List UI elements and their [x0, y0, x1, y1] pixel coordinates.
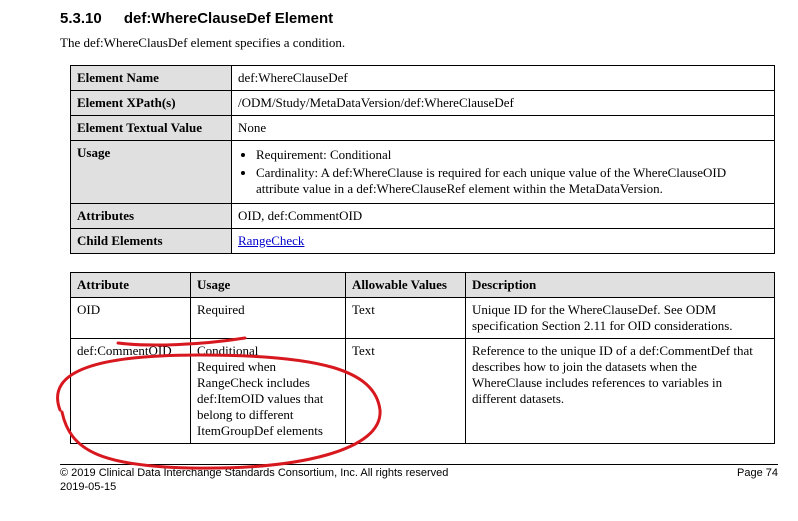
usage-item: Requirement: Conditional	[256, 147, 768, 163]
table-row: Element Textual Value None	[71, 116, 775, 141]
attributes-table: Attribute Usage Allowable Values Descrip…	[70, 272, 775, 444]
spec-label: Element Name	[71, 66, 232, 91]
spec-value: RangeCheck	[232, 229, 775, 254]
spec-label: Element Textual Value	[71, 116, 232, 141]
footer-date: 2019-05-15	[60, 481, 448, 493]
section-heading: 5.3.10 def:WhereClauseDef Element	[60, 10, 778, 27]
footer-divider	[60, 464, 778, 465]
page-footer: © 2019 Clinical Data Interchange Standar…	[60, 467, 778, 493]
spec-value-usage: Requirement: Conditional Cardinality: A …	[232, 141, 775, 204]
col-header-usage: Usage	[191, 273, 346, 298]
table-row: Attributes OID, def:CommentOID	[71, 204, 775, 229]
table-row: Element XPath(s) /ODM/Study/MetaDataVers…	[71, 91, 775, 116]
attr-name: def:CommentOID	[71, 339, 191, 444]
col-header-attr: Attribute	[71, 273, 191, 298]
table-header-row: Attribute Usage Allowable Values Descrip…	[71, 273, 775, 298]
usage-item: Cardinality: A def:WhereClause is requir…	[256, 165, 768, 197]
col-header-desc: Description	[466, 273, 775, 298]
table-row: OID Required Text Unique ID for the Wher…	[71, 298, 775, 339]
footer-copyright: © 2019 Clinical Data Interchange Standar…	[60, 467, 448, 479]
spec-value: def:WhereClauseDef	[232, 66, 775, 91]
attr-usage: Required	[191, 298, 346, 339]
intro-paragraph: The def:WhereClausDef element specifies …	[60, 35, 778, 51]
attr-usage: Conditional Required when RangeCheck inc…	[191, 339, 346, 444]
spec-value: /ODM/Study/MetaDataVersion/def:WhereClau…	[232, 91, 775, 116]
table-row: def:CommentOID Conditional Required when…	[71, 339, 775, 444]
spec-label: Child Elements	[71, 229, 232, 254]
attr-desc: Unique ID for the WhereClauseDef. See OD…	[466, 298, 775, 339]
range-check-link[interactable]: RangeCheck	[238, 233, 304, 248]
table-row: Child Elements RangeCheck	[71, 229, 775, 254]
section-number: 5.3.10	[60, 10, 102, 27]
element-spec-table: Element Name def:WhereClauseDef Element …	[70, 65, 775, 254]
attr-allow: Text	[346, 339, 466, 444]
table-row: Element Name def:WhereClauseDef	[71, 66, 775, 91]
attr-name: OID	[71, 298, 191, 339]
spec-label: Element XPath(s)	[71, 91, 232, 116]
spec-label: Usage	[71, 141, 232, 204]
attr-desc: Reference to the unique ID of a def:Comm…	[466, 339, 775, 444]
attr-allow: Text	[346, 298, 466, 339]
spec-value: None	[232, 116, 775, 141]
section-title: def:WhereClauseDef Element	[124, 10, 333, 27]
footer-page-number: Page 74	[737, 467, 778, 493]
spec-value: OID, def:CommentOID	[232, 204, 775, 229]
table-row: Usage Requirement: Conditional Cardinali…	[71, 141, 775, 204]
spec-label: Attributes	[71, 204, 232, 229]
col-header-allow: Allowable Values	[346, 273, 466, 298]
